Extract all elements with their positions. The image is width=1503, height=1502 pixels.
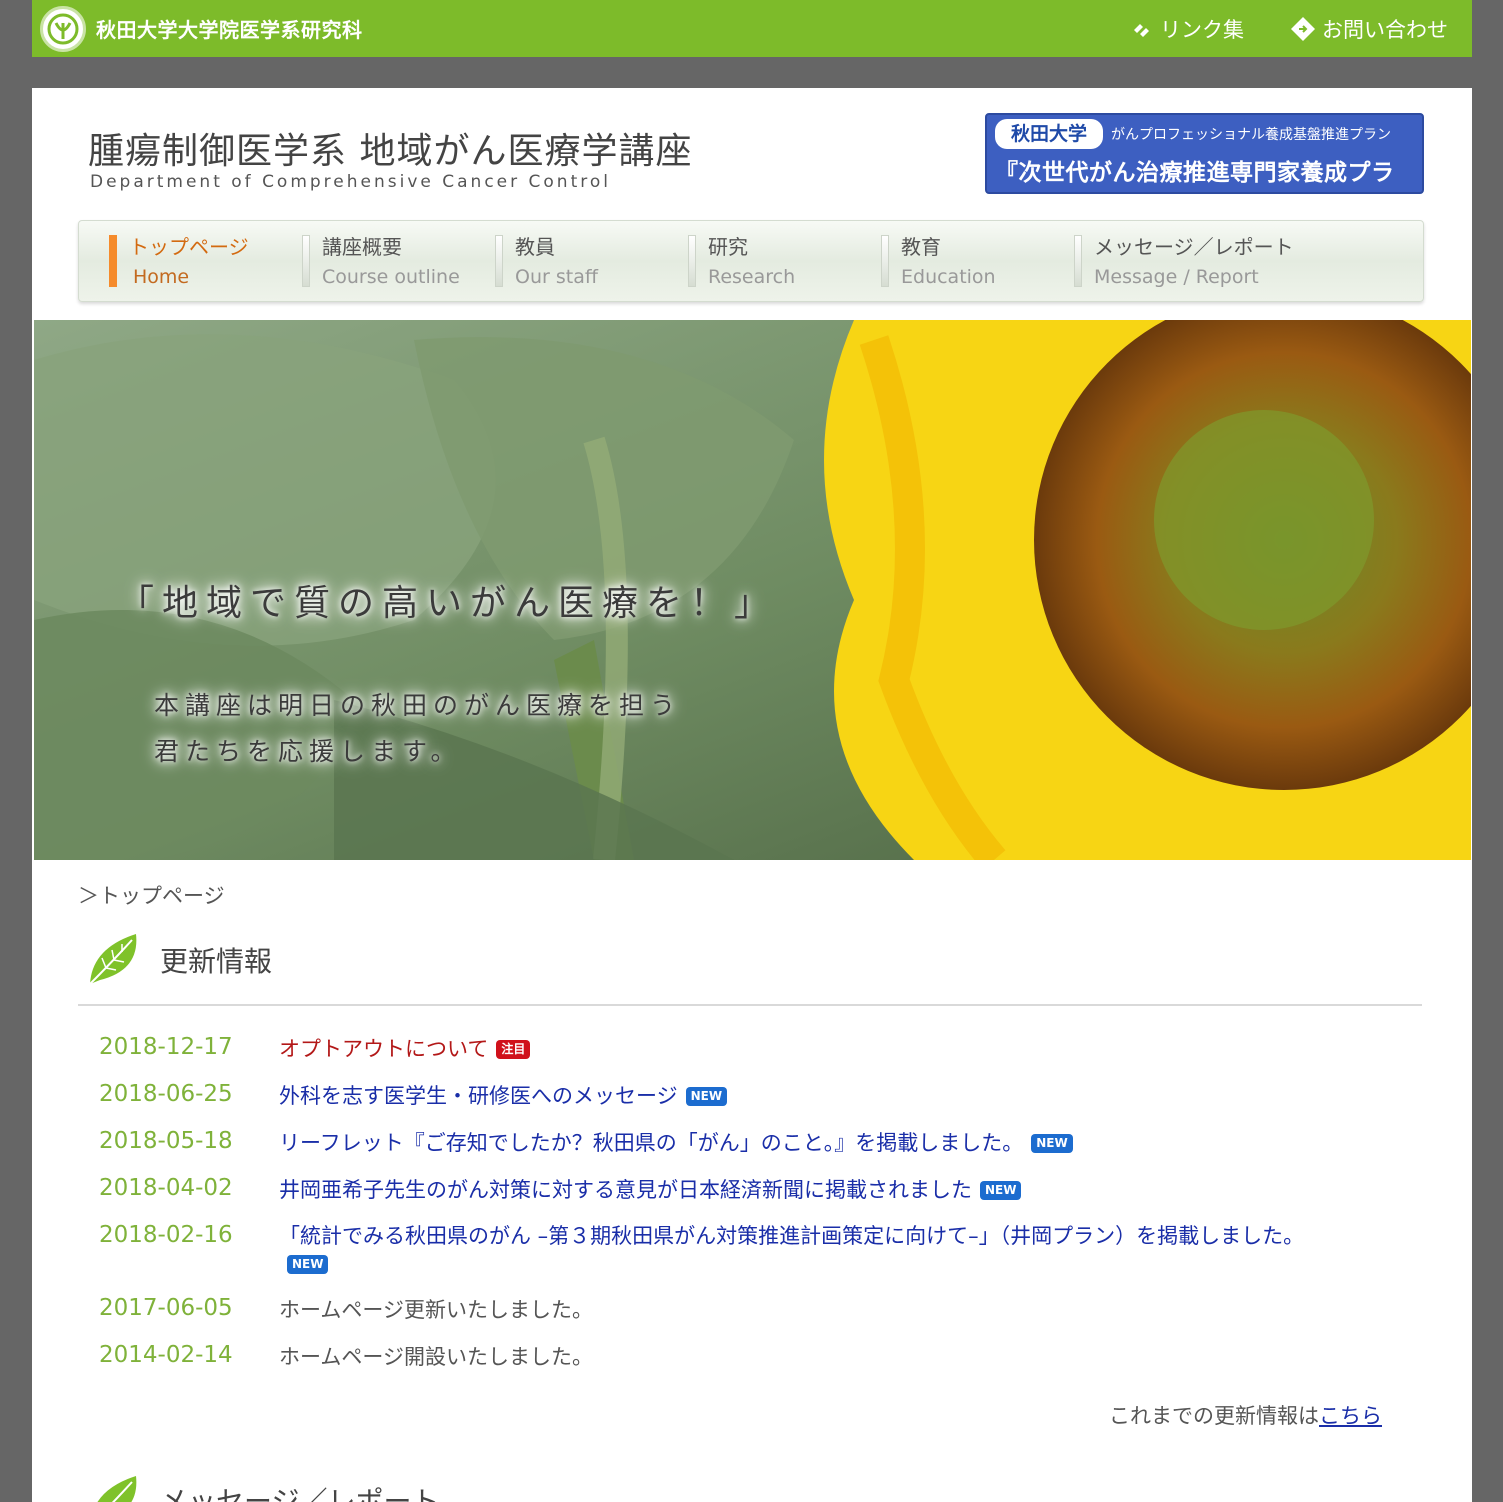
site-subtitle: Department of Comprehensive Cancer Contr… [90,172,611,192]
university-logo-icon [40,5,86,52]
news-link[interactable]: 「統計でみる秋田県のがん –第３期秋田県がん対策推進計画策定に向けて–」（井岡プ… [279,1222,1304,1278]
nav-research[interactable]: 研究 Research [688,221,881,301]
link-collection-label: リンク集 [1160,17,1244,42]
news-item: 2018-05-18 リーフレット『ご存知でしたか？秋田県の「がん」のこと。』を… [99,1128,1399,1158]
nav-label-jp: トップページ [129,235,249,259]
nav-label-jp: 研究 [708,235,748,259]
nav-label-jp: 講座概要 [322,235,402,259]
nav-label-en: Our staff [515,266,598,288]
nav-label-jp: 教育 [901,235,941,259]
news-title: ホームページ開設いたしました。 [279,1345,593,1369]
main-container: 腫瘍制御医学系 地域がん医療学講座 Department of Comprehe… [32,88,1472,1502]
link-collection-link[interactable]: リンク集 [1128,14,1244,44]
message-section-header: メッセージ／レポート [78,1466,878,1502]
hero-line-1: 本講座は明日の秋田のがん医療を担う [154,691,682,720]
main-nav: トップページ Home 講座概要 Course outline 教員 Our s… [78,220,1424,302]
nav-label-jp: 教員 [515,235,555,259]
news-date: 2017-06-05 [99,1295,233,1321]
news-link[interactable]: 外科を志す医学生・研修医へのメッセージ NEW [279,1081,728,1111]
news-item: 2018-02-16 「統計でみる秋田県のがん –第３期秋田県がん対策推進計画策… [99,1222,1399,1278]
news-item: 2014-02-14 ホームページ開設いたしました。 [99,1342,1399,1372]
news-item: 2018-04-02 井岡亜希子先生のがん対策に対する意見が日本経済新聞に掲載さ… [99,1175,1399,1205]
news-date: 2018-04-02 [99,1175,233,1201]
breadcrumb: ＞トップページ [78,884,225,908]
news-date: 2018-06-25 [99,1081,233,1107]
new-badge: NEW [685,1087,728,1106]
section-title: 更新情報 [160,945,273,978]
news-title: リーフレット『ご存知でしたか？秋田県の「がん」のこと。』を掲載しました。 [279,1131,1024,1155]
news-item: 2018-06-25 外科を志す医学生・研修医へのメッセージ NEW [99,1081,1399,1111]
hero-line-2: 君たちを応援します。 [154,737,462,766]
leaf-icon [89,934,137,985]
top-bar: 秋田大学大学院医学系研究科 リンク集 お問い合わせ [32,0,1472,57]
banner-university: 秋田大学 [995,119,1104,149]
news-date: 2018-12-17 [99,1034,233,1060]
news-link[interactable]: リーフレット『ご存知でしたか？秋田県の「がん」のこと。』を掲載しました。 NEW [279,1128,1073,1158]
nav-education[interactable]: 教育 Education [881,221,1074,301]
attention-badge: 注目 [496,1040,531,1059]
news-date: 2014-02-14 [99,1342,233,1368]
leaf-icon [97,1476,137,1502]
news-title: オプトアウトについて [279,1037,489,1061]
university-name: 秋田大学大学院医学系研究科 [96,18,363,42]
updates-section-header: 更新情報 [78,926,1422,1006]
more-updates: これまでの更新情報はこちら [1109,1400,1382,1430]
nav-message-report[interactable]: メッセージ／レポート Message / Report [1074,221,1334,301]
nav-label-en: Home [133,266,190,288]
nav-label-jp: メッセージ／レポート [1094,235,1294,259]
banner-main-title: 『次世代がん治療推進専門家養成プラン』 [995,160,1395,220]
news-item: 2017-06-05 ホームページ更新いたしました。 [99,1295,1399,1325]
news-title: 井岡亜希子先生のがん対策に対する意見が日本経済新聞に掲載されました [279,1178,972,1202]
site-header: 腫瘍制御医学系 地域がん医療学講座 Department of Comprehe… [32,88,1472,220]
new-badge: NEW [287,1255,329,1274]
university-brand[interactable]: 秋田大学大学院医学系研究科 [40,5,363,52]
banner-plan-name: がんプロフェッショナル養成基盤推進プラン [1111,127,1392,143]
news-date: 2018-05-18 [99,1128,233,1154]
nav-label-en: Education [901,266,996,288]
nav-home[interactable]: トップページ Home [109,221,302,301]
hero-image: 「地域で質の高いがん医療を！」 本講座は明日の秋田のがん医療を担う 君たちを応援… [34,320,1471,860]
news-item: 2018-12-17 オプトアウトについて 注目 [99,1034,1399,1064]
nav-label-en: Message / Report [1094,266,1259,288]
nav-label-en: Course outline [322,266,460,288]
new-badge: NEW [1031,1134,1073,1153]
section-title: メッセージ／レポート [160,1485,440,1502]
nav-label-en: Research [708,266,796,288]
nav-our-staff[interactable]: 教員 Our staff [495,221,688,301]
more-updates-prefix: これまでの更新情報は [1109,1404,1319,1428]
diamond-arrow-icon [1291,16,1315,41]
news-date: 2018-02-16 [99,1222,233,1248]
hero-title: 「地域で質の高いがん医療を！」 [118,583,779,624]
news-link[interactable]: 井岡亜希子先生のがん対策に対する意見が日本経済新聞に掲載されました NEW [279,1175,1022,1205]
contact-link[interactable]: お問い合わせ [1290,14,1448,44]
link-chain-icon [1134,23,1149,37]
more-updates-link[interactable]: こちら [1319,1404,1382,1428]
site-title: 腫瘍制御医学系 地域がん医療学講座 [88,131,693,172]
news-title: 「統計でみる秋田県のがん –第３期秋田県がん対策推進計画策定に向けて–」（井岡プ… [279,1224,1305,1248]
news-link[interactable]: オプトアウトについて 注目 [279,1034,531,1064]
news-list: 2018-12-17 オプトアウトについて 注目 2018-06-25 外科を志す… [99,1034,1399,1389]
nav-course-outline[interactable]: 講座概要 Course outline [302,221,495,301]
new-badge: NEW [980,1181,1022,1200]
news-title: 外科を志す医学生・研修医へのメッセージ [279,1084,678,1108]
news-title: ホームページ更新いたしました。 [279,1298,593,1322]
cancer-pro-banner[interactable]: 秋田大学 がんプロフェッショナル養成基盤推進プラン 『次世代がん治療推進専門家養… [985,113,1424,220]
contact-label: お問い合わせ [1322,17,1448,42]
